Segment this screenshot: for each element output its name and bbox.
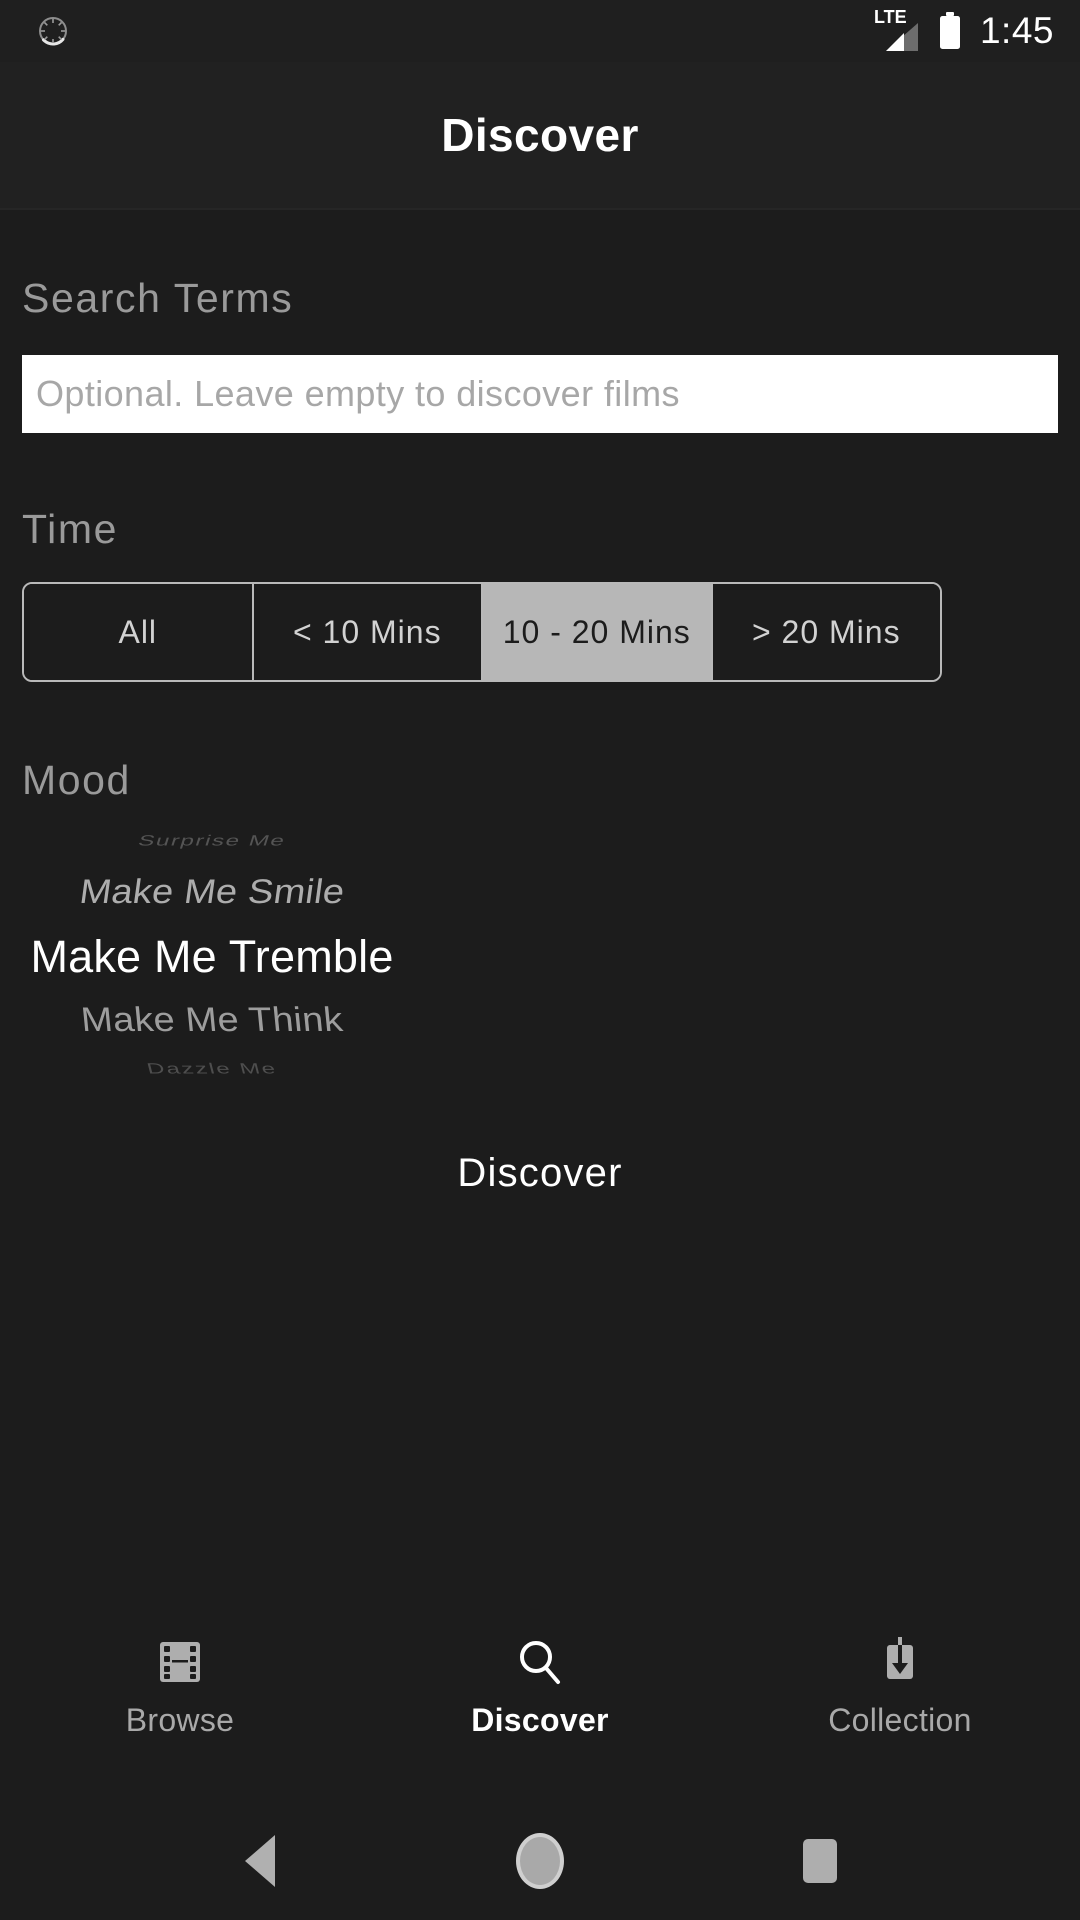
android-system-navigation bbox=[0, 1802, 1080, 1920]
bottom-navigation-bar: Browse Discover Collection bbox=[0, 1622, 1080, 1802]
android-back-button[interactable] bbox=[215, 1816, 305, 1906]
nav-item-browse[interactable]: Browse bbox=[0, 1636, 360, 1739]
search-terms-label: Search Terms bbox=[22, 275, 294, 321]
mood-label: Mood bbox=[22, 757, 131, 803]
android-recents-button[interactable] bbox=[775, 1816, 865, 1906]
mood-option-make-me-smile[interactable]: Make Me Smile bbox=[22, 873, 405, 912]
android-home-button[interactable] bbox=[495, 1816, 585, 1906]
status-bar-clock: 1:45 bbox=[979, 9, 1054, 51]
nav-item-collection[interactable]: Collection bbox=[720, 1636, 1080, 1739]
download-icon bbox=[874, 1636, 926, 1688]
page-title: Discover bbox=[441, 109, 639, 161]
search-input[interactable] bbox=[22, 355, 1058, 433]
nav-label-discover: Discover bbox=[471, 1702, 609, 1738]
recents-square-icon bbox=[803, 1839, 837, 1883]
nav-label-browse: Browse bbox=[125, 1702, 235, 1738]
time-filter-segmented-control[interactable]: All < 10 Mins 10 - 20 Mins > 20 Mins bbox=[22, 582, 942, 682]
film-strip-icon bbox=[154, 1636, 206, 1688]
time-segment-under-10[interactable]: < 10 Mins bbox=[253, 584, 483, 680]
search-icon bbox=[514, 1636, 566, 1688]
discover-form: Search Terms Time All < 10 Mins 10 - 20 … bbox=[0, 210, 1080, 1622]
home-circle-icon bbox=[516, 1833, 564, 1889]
time-segment-over-20[interactable]: > 20 Mins bbox=[712, 584, 940, 680]
mood-option-dazzle-me[interactable]: Dazzle Me bbox=[22, 1060, 404, 1077]
mood-option-make-me-think[interactable]: Make Me Think bbox=[22, 1001, 404, 1040]
status-bar-right: LTE 1:45 bbox=[874, 8, 1054, 51]
nav-item-discover[interactable]: Discover bbox=[360, 1636, 720, 1739]
discover-submit-button[interactable]: Discover bbox=[22, 1137, 1058, 1210]
time-filter-label: Time bbox=[22, 506, 118, 552]
mood-picker-wheel[interactable]: Surprise Me Make Me Smile Make Me Trembl… bbox=[22, 821, 1058, 1111]
mood-option-surprise-me[interactable]: Surprise Me bbox=[22, 832, 405, 849]
time-segment-all[interactable]: All bbox=[24, 584, 254, 680]
signal-bars-icon: LTE bbox=[874, 8, 920, 51]
sync-spinner-icon bbox=[36, 14, 70, 48]
time-segment-10-to-20[interactable]: 10 - 20 Mins bbox=[483, 584, 713, 680]
nav-label-collection: Collection bbox=[828, 1702, 972, 1738]
status-bar: LTE 1:45 bbox=[0, 0, 1080, 62]
status-bar-left bbox=[36, 14, 70, 48]
mood-option-make-me-tremble-selected[interactable]: Make Me Tremble bbox=[22, 931, 402, 983]
app-screen: LTE 1:45 Discover Search Terms Time bbox=[0, 0, 1080, 1920]
battery-full-icon bbox=[938, 11, 962, 51]
back-triangle-icon bbox=[245, 1835, 275, 1887]
app-header: Discover bbox=[0, 62, 1080, 210]
